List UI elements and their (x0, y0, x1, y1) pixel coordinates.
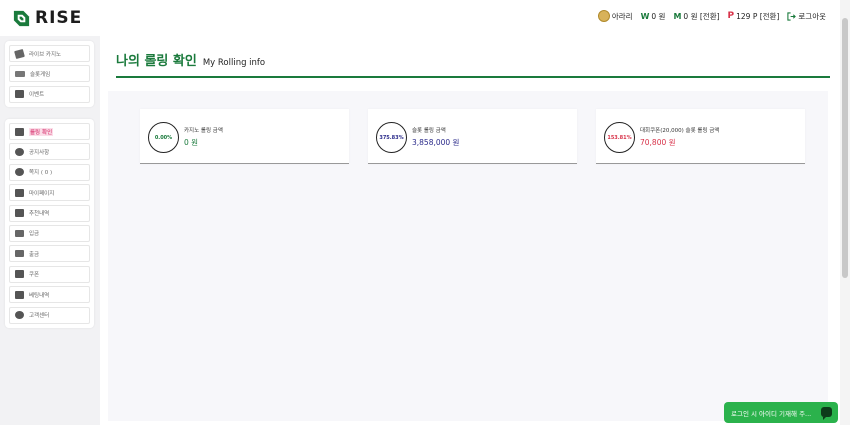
cash-value: 0 원 (651, 11, 666, 21)
sidebar-item-betting[interactable]: 베팅내역 (9, 286, 90, 304)
deposit-icon (15, 229, 24, 237)
point-icon: P (727, 11, 735, 21)
chat-widget-button[interactable]: 로그인 시 아이디 기재해 주... (724, 402, 838, 423)
progress-percent: 0.00% (154, 134, 173, 141)
progress-ring: 0.00% (148, 122, 179, 153)
mileage-value: 0 원 [전환] (683, 11, 720, 21)
slot-rolling-card: 375.83% 슬롯 롤링 금액 3,858,000 원 (368, 109, 577, 164)
rolling-icon (15, 127, 24, 136)
progress-percent: 153.81% (607, 134, 632, 141)
won-icon: W (640, 11, 650, 21)
sidebar-item-deposit[interactable]: 입금 (9, 224, 90, 242)
logout-button[interactable]: 로그아웃 (787, 11, 826, 22)
page-title-korean: 나의 롤링 확인 (116, 54, 197, 69)
betting-icon (15, 290, 24, 299)
card-label: 카지노 롤링 금액 (184, 128, 223, 134)
point-value: 129 P [전환] (736, 11, 780, 21)
sidebar-game-menu: 라이브 카지노 슬롯게임 이벤트 (5, 41, 94, 107)
support-icon (15, 311, 24, 320)
top-header: RISE 아라리 W 0 원 M 0 원 [전환] P 129 P [전환] 로… (0, 0, 850, 36)
main-content: 나의 롤링 확인 My Rolling info 0.00% 카지노 롤링 금액… (100, 36, 840, 425)
chat-widget-label: 로그인 시 아이디 기재해 주... (731, 409, 812, 418)
message-icon (15, 168, 24, 177)
card-label: 슬롯 롤링 금액 (412, 128, 446, 134)
slot-icon (15, 70, 25, 77)
sidebar-item-event[interactable]: 이벤트 (9, 85, 90, 103)
header-user-bar: 아라리 W 0 원 M 0 원 [전환] P 129 P [전환] 로그아웃 (597, 10, 826, 22)
card-value: 0 원 (184, 138, 199, 147)
mileage-icon: M (673, 11, 682, 21)
chat-bubble-icon (821, 407, 832, 420)
avatar (597, 10, 610, 22)
page-title: 나의 롤링 확인 My Rolling info (116, 50, 265, 69)
progress-ring: 153.81% (604, 122, 635, 153)
sidebar-item-live-casino[interactable]: 라이브 카지노 (9, 45, 90, 62)
coupon-rolling-card: 153.81% 대회쿠폰(20,000) 슬롯 롤링 금액 70,800 원 (596, 109, 805, 164)
rise-logo-icon (13, 10, 30, 26)
page-title-english: My Rolling info (202, 58, 266, 68)
title-divider (116, 76, 830, 78)
sidebar-item-referral[interactable]: 추천내역 (9, 204, 90, 222)
progress-percent: 375.83% (379, 134, 404, 141)
user-name: 아라리 (611, 11, 633, 21)
page-scrollbar[interactable] (840, 0, 850, 425)
card-label: 대회쿠폰(20,000) 슬롯 롤링 금액 (640, 128, 720, 134)
notice-icon (15, 147, 24, 156)
sidebar-item-mypage[interactable]: 마이페이지 (9, 184, 90, 202)
rolling-panel: 0.00% 카지노 롤링 금액 0 원 375.83% 슬롯 롤링 금액 3,8… (108, 91, 828, 421)
sidebar: 라이브 카지노 슬롯게임 이벤트 롤링 확인 공지사항 쪽지 ( 0 ) 마이페… (0, 36, 100, 425)
cash-balance: W 0 원 (641, 11, 666, 22)
progress-ring: 375.83% (376, 122, 407, 153)
sidebar-item-support[interactable]: 고객센터 (9, 306, 90, 324)
user-icon (15, 188, 24, 197)
card-value: 70,800 원 (640, 138, 676, 147)
sidebar-account-menu: 롤링 확인 공지사항 쪽지 ( 0 ) 마이페이지 추천내역 입금 출금 쿠폰 (5, 119, 94, 328)
point-balance[interactable]: P 129 P [전환] (728, 11, 780, 22)
sidebar-item-message[interactable]: 쪽지 ( 0 ) (9, 163, 90, 181)
user-profile[interactable]: 아라리 (597, 10, 633, 22)
card-value: 3,858,000 원 (412, 138, 460, 147)
event-icon (15, 90, 24, 99)
mileage-balance[interactable]: M 0 원 [전환] (673, 11, 719, 22)
logout-icon (787, 11, 797, 21)
logout-label: 로그아웃 (798, 11, 826, 21)
sidebar-item-rolling[interactable]: 롤링 확인 (9, 123, 90, 140)
sidebar-item-notice[interactable]: 공지사항 (9, 143, 90, 161)
cards-icon (14, 48, 25, 59)
brand-name: RISE (35, 8, 83, 28)
referral-icon (15, 209, 24, 218)
coupon-icon (15, 270, 24, 279)
sidebar-item-withdraw[interactable]: 출금 (9, 245, 90, 263)
sidebar-item-slot[interactable]: 슬롯게임 (9, 65, 90, 83)
sidebar-item-coupon[interactable]: 쿠폰 (9, 265, 90, 283)
casino-rolling-card: 0.00% 카지노 롤링 금액 0 원 (140, 109, 349, 164)
scrollbar-thumb[interactable] (842, 18, 848, 278)
withdraw-icon (15, 250, 24, 258)
brand-logo[interactable]: RISE (12, 8, 82, 28)
